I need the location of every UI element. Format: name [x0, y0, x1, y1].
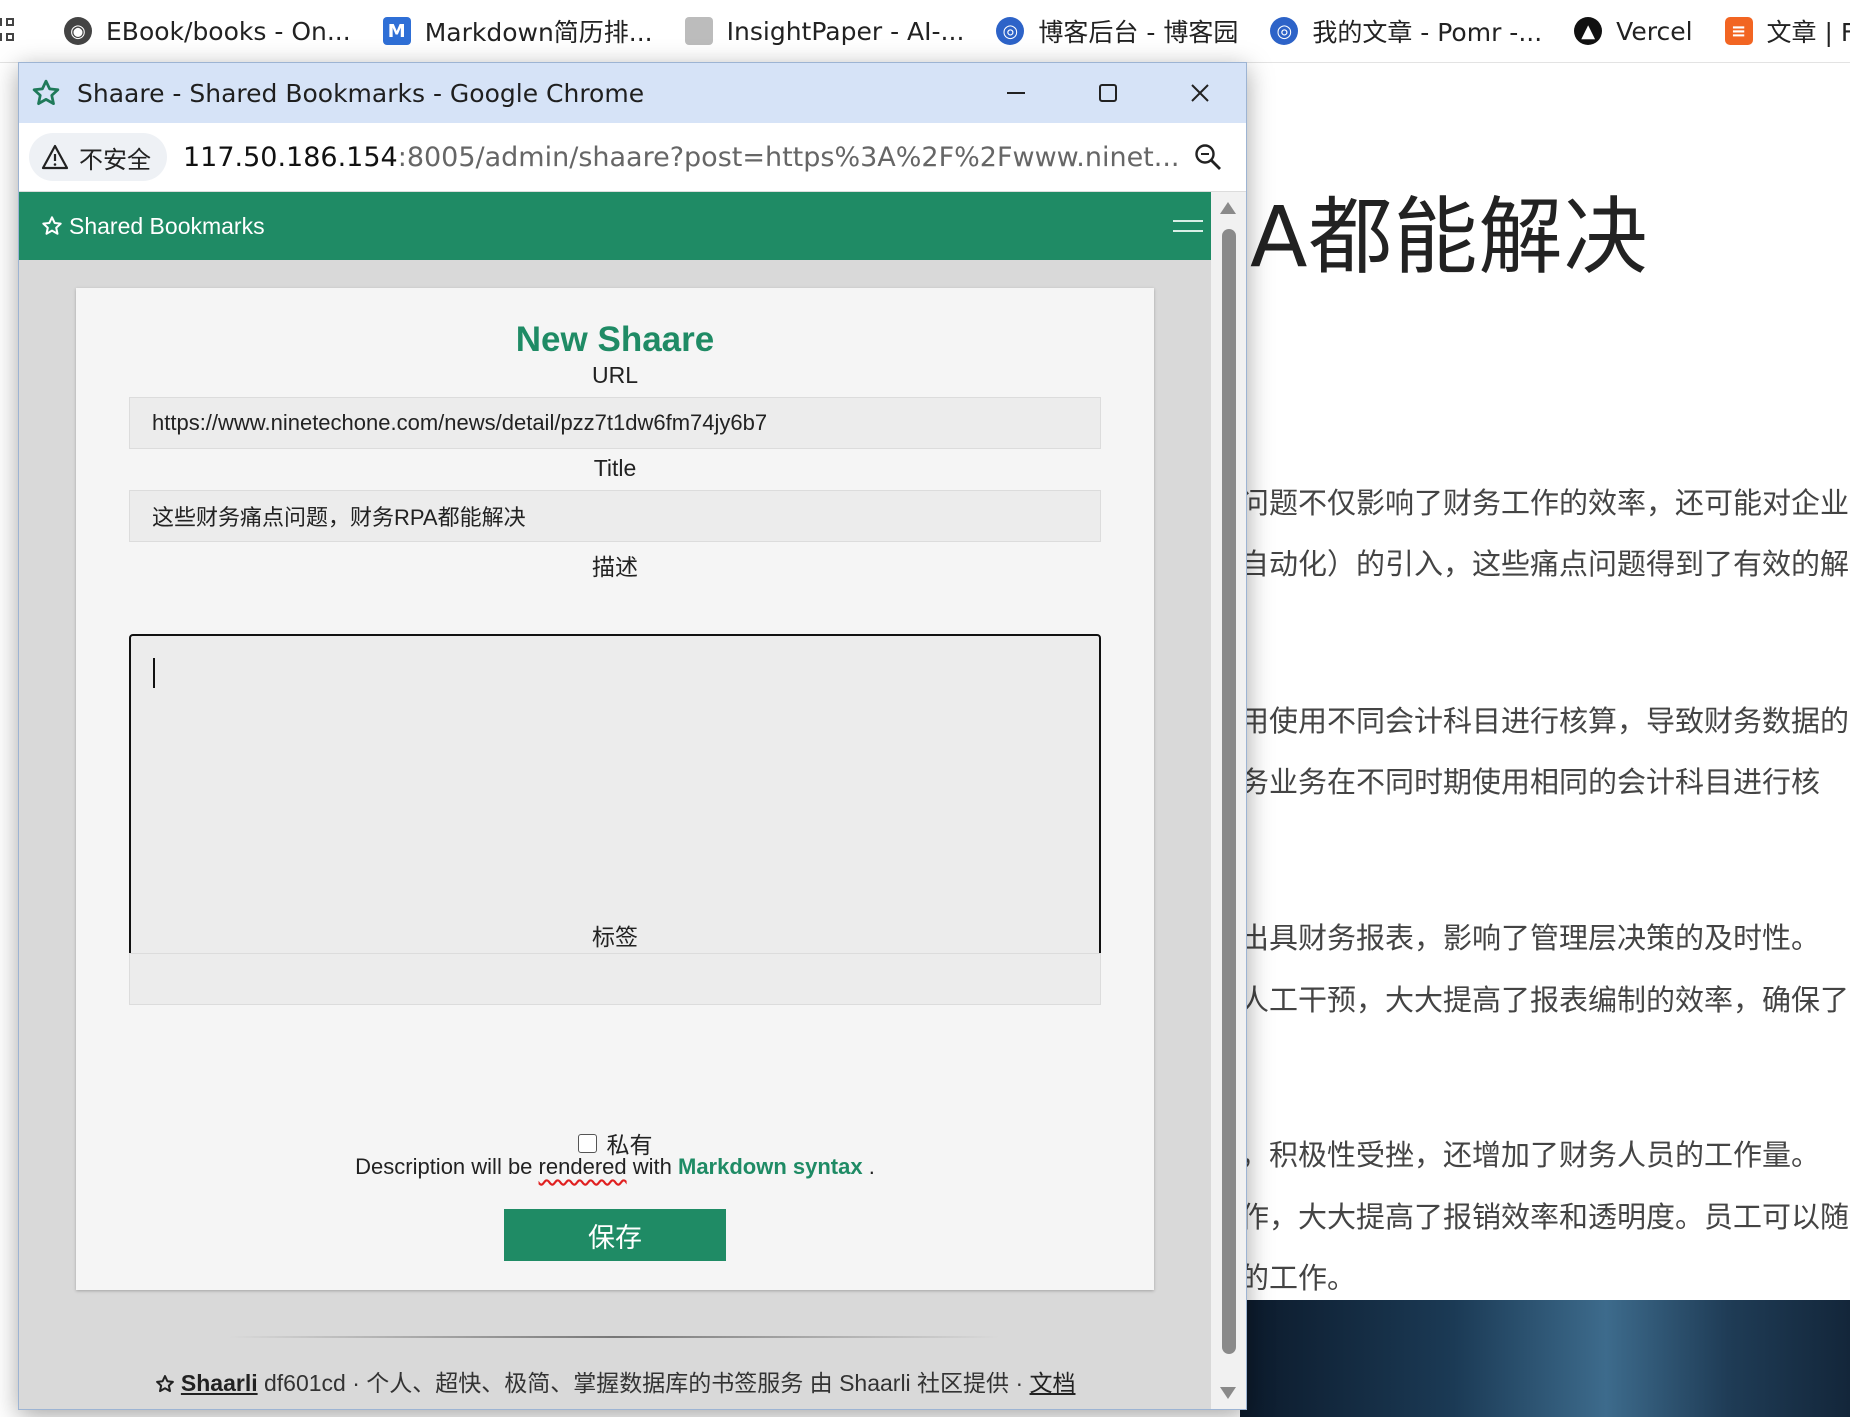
background-text-line: 的工作。 — [1240, 1261, 1357, 1295]
hamburger-menu-icon[interactable] — [1173, 220, 1203, 232]
markdown-note-word: rendered — [538, 1154, 627, 1179]
bookmark-item[interactable]: ◉ EBook/books - On... — [64, 17, 351, 46]
maximize-button[interactable] — [1062, 63, 1154, 123]
bookmark-item[interactable]: ◎ 我的文章 - Pomr -... — [1270, 13, 1542, 49]
minimize-icon — [1007, 92, 1025, 94]
markdown-note-with: with — [632, 1154, 672, 1179]
background-text-line: 问题不仅影响了财务工作的效率，还可能对企业 — [1240, 486, 1850, 520]
warning-icon — [41, 144, 69, 170]
background-text-line: 务业务在不同时期使用相同的会计科目进行核 — [1240, 765, 1821, 799]
cnblogs-icon: ◎ — [1270, 17, 1299, 45]
nav-brand-label: Shared Bookmarks — [69, 212, 265, 239]
bookmark-item[interactable]: ◎ 博客后台 - 博客园 — [996, 13, 1238, 49]
article-icon: ≡ — [1724, 17, 1753, 45]
shaarli-navbar: Shared Bookmarks — [19, 192, 1211, 260]
bookmark-item[interactable]: ▲ Vercel — [1574, 16, 1693, 46]
url-host: 117.50.186.154 — [183, 141, 398, 173]
description-label: 描述 — [592, 554, 638, 580]
form-heading: New Shaare — [515, 320, 715, 359]
bookmark-label: 我的文章 - Pomr -... — [1312, 18, 1543, 47]
magnifier-icon — [1195, 144, 1221, 170]
tags-label: 标签 — [592, 924, 638, 950]
title-label: Title — [593, 455, 637, 481]
vercel-icon: ▲ — [1574, 17, 1603, 45]
popup-window: Shaare - Shared Bookmarks - Google Chrom… — [18, 62, 1247, 1410]
shaarli-link[interactable]: Shaarli — [181, 1370, 258, 1396]
background-text-line: 作，大大提高了报销效率和透明度。员工可以随 — [1240, 1200, 1850, 1234]
footer-divider — [229, 1336, 999, 1338]
background-text-line: 用使用不同会计科目进行核算，导致财务数据的 — [1240, 704, 1850, 738]
docs-link[interactable]: 文档 — [1030, 1370, 1076, 1396]
title-field[interactable]: 这些财务痛点问题，财务RPA都能解决 — [129, 490, 1101, 542]
close-button[interactable] — [1154, 63, 1246, 123]
footer: Shaarli df601cd · 个人、超快、极简、掌握数据库的书签服务 由 … — [19, 1364, 1211, 1398]
tags-field[interactable] — [129, 953, 1101, 1005]
bookmark-item[interactable]: InsightPaper - AI-... — [684, 16, 965, 46]
address-bar[interactable]: 不安全 117.50.186.154:8005/admin/shaare?pos… — [19, 123, 1246, 192]
bookmark-label: Vercel — [1616, 16, 1693, 46]
background-heading: A都能解决 — [1250, 188, 1649, 286]
bookmark-label: EBook/books - On... — [106, 16, 351, 46]
minimize-button[interactable] — [970, 63, 1062, 123]
footer-text: df601cd · 个人、超快、极简、掌握数据库的书签服务 由 Shaarli … — [264, 1370, 1024, 1396]
paper-icon — [684, 17, 713, 45]
star-logo-icon — [42, 216, 62, 235]
scroll-down-arrow-icon[interactable] — [1220, 1387, 1236, 1399]
private-checkbox[interactable] — [577, 1133, 597, 1153]
window-titlebar[interactable]: Shaare - Shared Bookmarks - Google Chrom… — [19, 63, 1246, 123]
bookmark-label: 文章 | F — [1766, 18, 1850, 47]
background-text-line: 自动化）的引入，这些痛点问题得到了有效的解 — [1240, 547, 1850, 581]
page-content: Shared Bookmarks New Shaare URL https://… — [19, 192, 1211, 1409]
star-icon — [32, 79, 60, 105]
window-title: Shaare - Shared Bookmarks - Google Chrom… — [77, 78, 645, 108]
vertical-scrollbar[interactable] — [1211, 192, 1246, 1409]
bookmark-label: InsightPaper - AI-... — [726, 16, 965, 46]
security-label: 不安全 — [79, 145, 151, 174]
security-chip[interactable]: 不安全 — [29, 133, 167, 181]
url-display[interactable]: 117.50.186.154:8005/admin/shaare?post=ht… — [183, 142, 1188, 173]
apps-grid-icon[interactable] — [0, 18, 14, 44]
new-shaare-form: New Shaare URL https://www.ninetechone.c… — [76, 288, 1154, 1290]
background-text-line: ，积极性受挫，还增加了财务人员的工作量。 — [1240, 1138, 1821, 1172]
bookmark-label: Markdown简历排... — [424, 18, 653, 47]
url-field[interactable]: https://www.ninetechone.com/news/detail/… — [129, 397, 1101, 449]
bookmark-label: 博客后台 - 博客园 — [1038, 18, 1239, 47]
close-icon — [1191, 84, 1209, 102]
background-banner-image — [1240, 1300, 1850, 1417]
markdown-note-prefix: Description will be — [355, 1154, 533, 1179]
cnblogs-icon: ◎ — [996, 17, 1025, 45]
text-caret — [153, 658, 155, 688]
maximize-icon — [1099, 84, 1117, 102]
zoom-button[interactable] — [1188, 137, 1228, 177]
globe-icon: ◉ — [64, 17, 92, 45]
markdown-note: Description will be rendered with Markdo… — [76, 1154, 1154, 1180]
background-text-line: 人工干预，大大提高了报表编制的效率，确保了 — [1240, 983, 1850, 1017]
scroll-thumb[interactable] — [1222, 229, 1236, 1354]
markdown-icon: M — [382, 17, 411, 45]
bookmark-item[interactable]: ≡ 文章 | F — [1724, 13, 1850, 49]
url-path: :8005/admin/shaare?post=https%3A%2F%2Fww… — [397, 141, 1180, 173]
bookmarks-bar: ◉ EBook/books - On... M Markdown简历排... I… — [0, 0, 1850, 63]
markdown-syntax-link[interactable]: Markdown syntax — [678, 1154, 863, 1179]
nav-brand-link[interactable]: Shared Bookmarks — [41, 213, 265, 240]
shaarli-star-icon — [155, 1375, 174, 1393]
background-text-line: 出具财务报表，影响了管理层决策的及时性。 — [1240, 921, 1821, 955]
save-button[interactable]: 保存 — [504, 1209, 726, 1261]
bookmark-item[interactable]: M Markdown简历排... — [382, 13, 653, 49]
scroll-up-arrow-icon[interactable] — [1220, 202, 1236, 214]
url-label: URL — [591, 362, 638, 388]
markdown-note-suffix: . — [868, 1154, 875, 1179]
